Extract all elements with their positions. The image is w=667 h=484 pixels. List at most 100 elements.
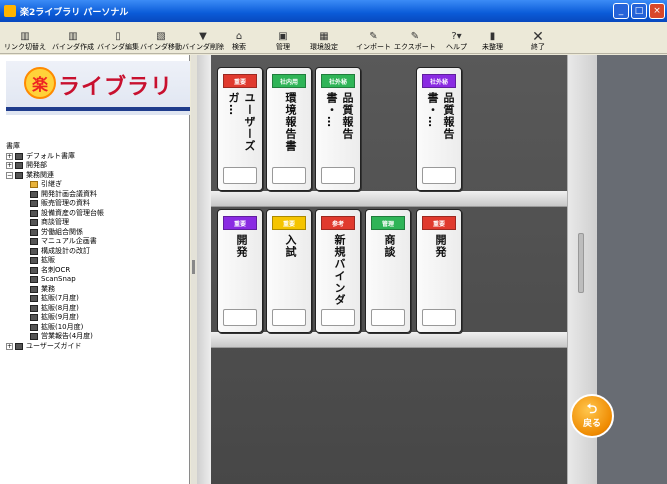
tree-item[interactable]: 販売管理の資料 bbox=[6, 199, 188, 209]
search-icon: ⌂ bbox=[235, 31, 243, 42]
back-button-label: 戻る bbox=[582, 418, 601, 429]
binder-tag: 重要 bbox=[422, 216, 456, 230]
maximize-button[interactable]: □ bbox=[631, 3, 647, 19]
tree-item[interactable]: 拡販(8月度) bbox=[6, 304, 188, 314]
binder-title: 新規バインダ bbox=[333, 234, 346, 306]
cabinet-icon bbox=[30, 285, 38, 293]
binder-label-slot bbox=[272, 309, 306, 326]
exit-button[interactable]: ✕ 終了 bbox=[531, 24, 545, 52]
close-window-button[interactable]: × bbox=[649, 3, 665, 19]
back-button[interactable]: ⮌ 戻る bbox=[570, 394, 614, 438]
binder[interactable]: 重要 ユーザーズガ… bbox=[217, 67, 263, 191]
tree-item[interactable]: 設備資産の管理台帳 bbox=[6, 209, 188, 219]
export-button[interactable]: ✎ エクスポート bbox=[394, 24, 436, 52]
cabinet-icon bbox=[30, 209, 38, 217]
app-logo: 楽 ライブラリ bbox=[6, 61, 190, 115]
binder-title: 開発 bbox=[235, 234, 248, 258]
expand-icon[interactable]: + bbox=[6, 342, 13, 350]
window-title: 楽2ライブラリ パーソナル bbox=[20, 7, 129, 18]
cabinet-icon bbox=[30, 238, 38, 246]
expand-icon[interactable]: + bbox=[6, 152, 13, 160]
binder[interactable]: 社外秘 品質報告書・… bbox=[416, 67, 462, 191]
binder-title: ユーザーズガ… bbox=[227, 92, 256, 152]
manage-button[interactable]: ▣ 管理 bbox=[276, 24, 290, 52]
window-controls: _ □ × bbox=[613, 3, 665, 19]
binder[interactable]: 参考 新規バインダ bbox=[315, 209, 361, 333]
expand-icon[interactable]: + bbox=[6, 162, 13, 170]
tree-item[interactable]: 拡販(9月度) bbox=[6, 313, 188, 323]
tree-item[interactable]: 拡販 bbox=[6, 256, 188, 266]
app-window: 楽2ライブラリ パーソナル _ □ × ▥ リンク切替え ▥ バインダ作成 ▯ … bbox=[0, 0, 667, 484]
binder-label-slot bbox=[272, 167, 306, 184]
tree-item[interactable]: 拡販(10月度) bbox=[6, 323, 188, 333]
settings-icon: ▦ bbox=[319, 31, 329, 42]
minimize-button[interactable]: _ bbox=[613, 3, 629, 19]
logo-mark: 楽 bbox=[24, 67, 56, 99]
unsorted-button[interactable]: ▮ 未整理 bbox=[482, 24, 503, 52]
tree-item[interactable]: 開発計画会議資料 bbox=[6, 190, 188, 200]
unsorted-icon: ▮ bbox=[489, 31, 496, 42]
binder-tag: 社外秘 bbox=[321, 74, 355, 88]
binder-create-button[interactable]: ▥ バインダ作成 bbox=[52, 24, 94, 52]
tree-item[interactable]: 構成設計の改訂 bbox=[6, 247, 188, 257]
cabinet-icon bbox=[30, 323, 38, 331]
binder[interactable]: 管理 商談 bbox=[365, 209, 411, 333]
collapse-icon[interactable]: − bbox=[6, 171, 13, 179]
binder-edit-button[interactable]: ▯ バインダ編集 bbox=[97, 24, 139, 52]
logo-underline bbox=[6, 107, 190, 111]
tree-node-users-guide[interactable]: + ユーザーズガイド bbox=[6, 342, 188, 352]
cabinet-icon bbox=[30, 181, 38, 189]
import-button[interactable]: ✎ インポート bbox=[356, 24, 391, 52]
binder-title: 入試 bbox=[284, 234, 297, 258]
search-button[interactable]: ⌂ 検索 bbox=[232, 24, 246, 52]
binder-title: 開発 bbox=[434, 234, 447, 258]
cabinet-icon bbox=[30, 314, 38, 322]
binder[interactable]: 重要 入試 bbox=[266, 209, 312, 333]
binder-label-slot bbox=[223, 167, 257, 184]
binder-label-slot bbox=[371, 309, 405, 326]
tree-item[interactable]: 営業報告(4月度) bbox=[6, 332, 188, 342]
binder-label-slot bbox=[223, 309, 257, 326]
import-icon: ✎ bbox=[369, 31, 378, 42]
tree-item[interactable]: 拡販(7月度) bbox=[6, 294, 188, 304]
cabinet-icon bbox=[30, 219, 38, 227]
binder-tag: 重要 bbox=[223, 74, 257, 88]
binder-move-button[interactable]: ▧ バインダ移動 bbox=[140, 24, 182, 52]
cabinet-icon bbox=[30, 295, 38, 303]
tree-node-default[interactable]: + デフォルト書庫 bbox=[6, 152, 188, 162]
tree-item[interactable]: マニュアル企画書 bbox=[6, 237, 188, 247]
cabinet-icon bbox=[30, 304, 38, 312]
tree-item[interactable]: ScanSnap bbox=[6, 275, 188, 285]
door-handle bbox=[578, 233, 584, 293]
tree-node-dev[interactable]: + 開発部 bbox=[6, 161, 188, 171]
link-switch-button[interactable]: ▥ リンク切替え bbox=[4, 24, 46, 52]
binder-delete-button[interactable]: ▼ バインダ削除 bbox=[182, 24, 224, 52]
binder-label-slot bbox=[321, 309, 355, 326]
tree-item[interactable]: 労働組合関係 bbox=[6, 228, 188, 238]
tree-node-business[interactable]: − 業務関連 bbox=[6, 171, 188, 181]
tree-item[interactable]: 名刺OCR bbox=[6, 266, 188, 276]
binder-tag: 重要 bbox=[272, 216, 306, 230]
shelf-divider bbox=[211, 191, 567, 207]
bookshelf-icon bbox=[15, 342, 23, 350]
binder-tag: 重要 bbox=[223, 216, 257, 230]
tree-root: 書庫 bbox=[6, 142, 20, 150]
help-button[interactable]: ?▾ ヘルプ bbox=[446, 24, 467, 52]
cabinet-icon bbox=[30, 200, 38, 208]
export-icon: ✎ bbox=[410, 31, 420, 42]
binder[interactable]: 社外秘 品質報告書・… bbox=[315, 67, 361, 191]
tree-item[interactable]: 業務 bbox=[6, 285, 188, 295]
binder[interactable]: 重要 開発 bbox=[416, 209, 462, 333]
tree-item[interactable]: 商談管理 bbox=[6, 218, 188, 228]
splitter-grip-icon[interactable] bbox=[192, 260, 195, 274]
binder[interactable]: 重要 開発 bbox=[217, 209, 263, 333]
close-icon: ✕ bbox=[532, 29, 544, 45]
settings-button[interactable]: ▦ 環境設定 bbox=[310, 24, 338, 52]
cabinet-icon bbox=[30, 190, 38, 198]
tree-item[interactable]: 引継ぎ bbox=[6, 180, 188, 190]
app-icon bbox=[4, 5, 16, 17]
binder-move-icon: ▧ bbox=[156, 31, 166, 42]
binder[interactable]: 社内用 環境報告書 bbox=[266, 67, 312, 191]
binder-tag: 社内用 bbox=[272, 74, 306, 88]
bookshelf-icon bbox=[15, 171, 23, 179]
